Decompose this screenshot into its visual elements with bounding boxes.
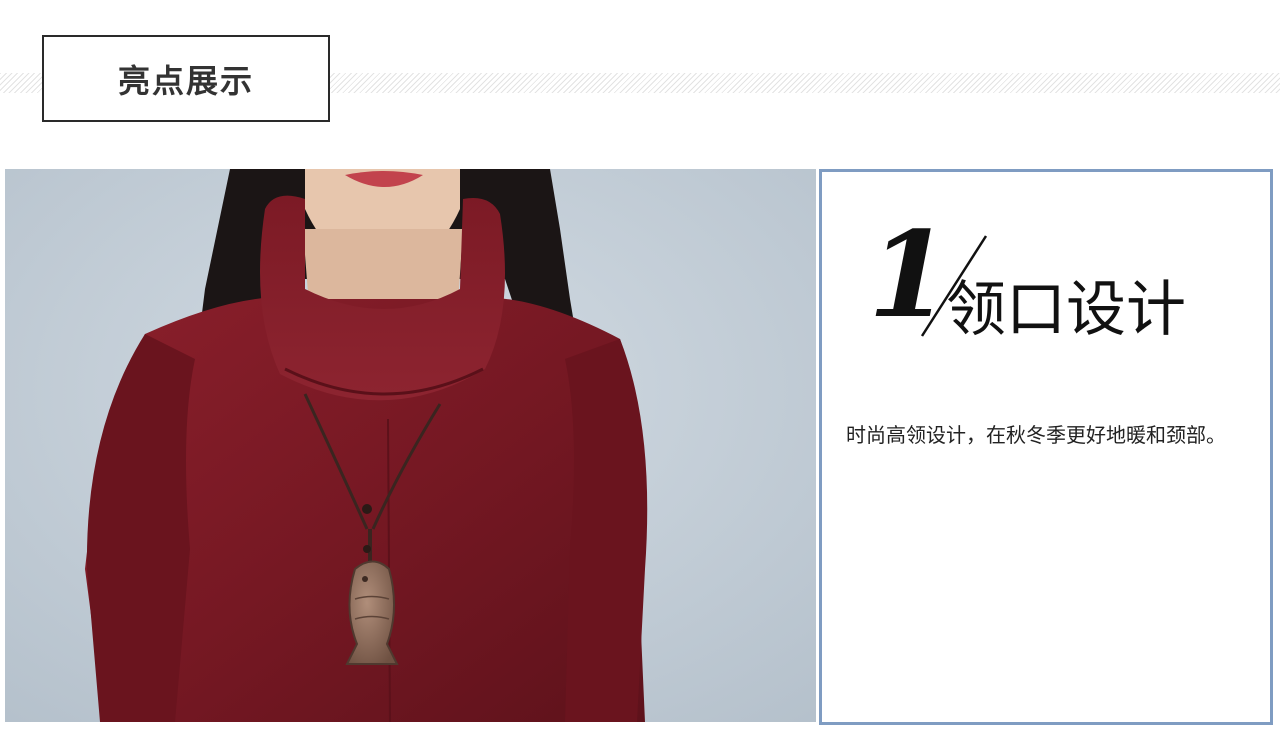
- feature-panel: 1 领口设计 时尚高领设计，在秋冬季更好地暖和颈部。: [819, 169, 1273, 725]
- section-title-box: 亮点展示: [42, 35, 330, 122]
- model-photo-illustration: [5, 169, 816, 722]
- product-photo: [5, 169, 816, 722]
- feature-title: 领口设计: [946, 275, 1186, 345]
- product-detail-page: 亮点展示 1 领口设计 时尚高领设计，在秋冬季更好地暖和颈部。: [0, 0, 1280, 730]
- feature-heading: 1 领口设计: [864, 216, 1224, 352]
- feature-description: 时尚高领设计，在秋冬季更好地暖和颈部。: [846, 423, 1226, 447]
- necklace-bead: [362, 504, 372, 514]
- section-title: 亮点展示: [117, 61, 254, 100]
- fish-pendant: [345, 560, 399, 665]
- section-header: 亮点展示: [0, 0, 1280, 140]
- right-sleeve: [565, 339, 648, 722]
- fish-pendant-eye: [362, 576, 368, 582]
- necklace-bead-lower: [363, 545, 371, 553]
